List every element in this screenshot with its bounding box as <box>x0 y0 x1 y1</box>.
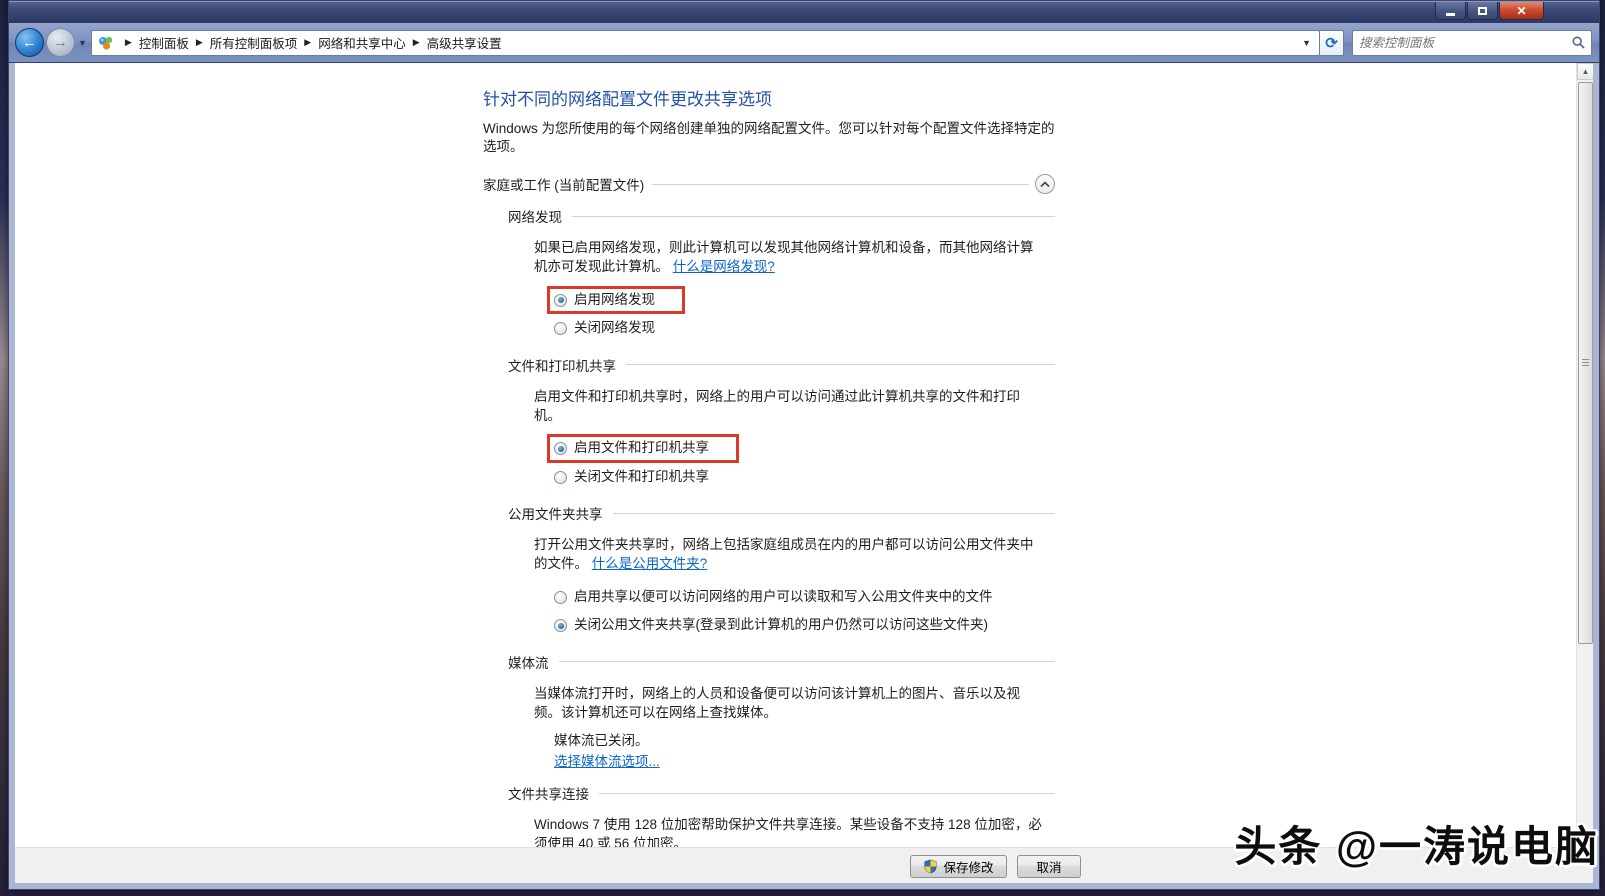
section-description: 如果已启用网络发现，则此计算机可以发现其他网络计算机和设备，而其他网络计算机亦可… <box>534 240 1034 274</box>
radio-button-icon <box>554 591 567 604</box>
divider <box>599 793 1055 794</box>
forward-button[interactable]: → <box>46 28 75 57</box>
section-file-printer-sharing: 文件和打印机共享 启用文件和打印机共享时，网络上的用户可以访问通过此计算机共享的… <box>483 355 1055 492</box>
option-wrap: 关闭网络发现 <box>547 314 685 343</box>
section-description: Windows 7 使用 128 位加密帮助保护文件共享连接。某些设备不支持 1… <box>534 816 1042 847</box>
divider <box>613 513 1056 514</box>
forward-icon: → <box>53 34 68 51</box>
radio-disable-file-printer-sharing[interactable]: 关闭文件和打印机共享 <box>554 467 709 488</box>
search-input[interactable] <box>1353 36 1572 50</box>
media-streaming-options-link[interactable]: 选择媒体流选项... <box>554 754 660 769</box>
divider <box>652 184 1029 185</box>
client-area: 针对不同的网络配置文件更改共享选项 Windows 为您所使用的每个网络创建单独… <box>15 63 1593 883</box>
watermark: 头条 @一涛说电脑 <box>1234 813 1599 874</box>
media-streaming-status: 媒体流已关闭。 <box>554 732 1042 751</box>
profile-label: 家庭或工作 (当前配置文件) <box>483 174 644 194</box>
minimize-button[interactable] <box>1435 2 1466 20</box>
page-content: 针对不同的网络配置文件更改共享选项 Windows 为您所使用的每个网络创建单独… <box>15 63 1576 847</box>
radio-button-icon <box>554 322 567 335</box>
option-wrap: 启用共享以便可以访问网络的用户可以读取和写入公用文件夹中的文件 <box>547 583 1023 612</box>
section-description: 启用文件和打印机共享时，网络上的用户可以访问通过此计算机共享的文件和打印机。 <box>534 388 1042 425</box>
scrollbar-thumb[interactable] <box>1578 82 1593 644</box>
close-icon: ✕ <box>1516 5 1526 17</box>
vertical-scrollbar[interactable]: ▲ ▼ <box>1576 63 1593 847</box>
radio-label: 关闭网络发现 <box>574 319 655 338</box>
scrollbar-grip-icon <box>1582 359 1589 368</box>
recent-pages-dropdown-icon[interactable]: ▼ <box>78 38 87 48</box>
radio-enable-public-folder-sharing[interactable]: 启用共享以便可以访问网络的用户可以读取和写入公用文件夹中的文件 <box>554 587 993 608</box>
control-panel-window: ✕ ← → ▼ ▶ 控制面板 ▶ 所有控制面板项 ▶ 网络和共享中心 <box>8 0 1600 890</box>
option-wrap: 关闭公用文件夹共享(登录到此计算机的用户仍然可以访问这些文件夹) <box>547 611 1018 640</box>
section-title: 文件和打印机共享 <box>508 355 616 375</box>
radio-label: 关闭公用文件夹共享(登录到此计算机的用户仍然可以访问这些文件夹) <box>574 616 988 635</box>
refresh-button[interactable]: ⟳ <box>1320 30 1344 56</box>
maximize-button[interactable] <box>1467 2 1498 20</box>
radio-label: 启用共享以便可以访问网络的用户可以读取和写入公用文件夹中的文件 <box>574 588 993 607</box>
section-file-sharing-connections: 文件共享连接 Windows 7 使用 128 位加密帮助保护文件共享连接。某些… <box>483 783 1055 847</box>
divider <box>626 364 1055 365</box>
collapse-section-button[interactable] <box>1035 174 1055 194</box>
cancel-button[interactable]: 取消 <box>1017 855 1081 878</box>
search-box <box>1352 30 1592 56</box>
radio-label: 启用文件和打印机共享 <box>574 439 709 458</box>
highlight-box: 启用文件和打印机共享 <box>547 434 739 463</box>
breadcrumb-advanced-sharing[interactable]: 高级共享设置 <box>427 33 502 52</box>
search-icon <box>1572 36 1585 49</box>
window-controls: ✕ <box>1435 2 1544 20</box>
breadcrumb-all-items[interactable]: 所有控制面板项 <box>210 33 298 52</box>
refresh-icon: ⟳ <box>1325 34 1338 52</box>
radio-enable-network-discovery[interactable]: 启用网络发现 <box>554 290 655 311</box>
close-button[interactable]: ✕ <box>1499 2 1544 20</box>
radio-button-icon <box>554 471 567 484</box>
radio-label: 启用网络发现 <box>574 291 655 310</box>
cancel-button-label: 取消 <box>1036 857 1061 876</box>
breadcrumb-control-panel[interactable]: 控制面板 <box>139 33 189 52</box>
network-discovery-help-link[interactable]: 什么是网络发现? <box>673 259 775 274</box>
section-media-streaming: 媒体流 当媒体流打开时，网络上的人员和设备便可以访问该计算机上的图片、音乐以及视… <box>483 652 1055 772</box>
minimize-icon <box>1446 13 1455 16</box>
radio-button-icon <box>554 294 567 307</box>
scrollbar-up-icon: ▲ <box>1582 67 1590 76</box>
page-title: 针对不同的网络配置文件更改共享选项 <box>483 85 1055 110</box>
scrollbar-up-button[interactable]: ▲ <box>1577 63 1593 80</box>
radio-button-icon <box>554 619 567 632</box>
section-title: 网络发现 <box>508 206 562 226</box>
section-description: 当媒体流打开时，网络上的人员和设备便可以访问该计算机上的图片、音乐以及视频。该计… <box>534 685 1042 722</box>
back-button[interactable]: ← <box>15 28 44 57</box>
radio-button-icon <box>554 442 567 455</box>
uac-shield-icon <box>923 859 938 874</box>
save-changes-button[interactable]: 保存修改 <box>910 855 1007 878</box>
radio-enable-file-printer-sharing[interactable]: 启用文件和打印机共享 <box>554 438 709 459</box>
radio-disable-public-folder-sharing[interactable]: 关闭公用文件夹共享(登录到此计算机的用户仍然可以访问这些文件夹) <box>554 615 988 636</box>
radio-disable-network-discovery[interactable]: 关闭网络发现 <box>554 318 655 339</box>
desktop-background: ✕ ← → ▼ ▶ 控制面板 ▶ 所有控制面板项 ▶ 网络和共享中心 <box>0 0 1605 896</box>
breadcrumb-arrow-icon: ▶ <box>413 37 420 48</box>
section-title: 公用文件夹共享 <box>508 503 603 523</box>
section-title: 媒体流 <box>508 652 549 672</box>
address-bar[interactable]: ▶ 控制面板 ▶ 所有控制面板项 ▶ 网络和共享中心 ▶ 高级共享设置 ▼ <box>91 30 1320 56</box>
option-wrap: 关闭文件和打印机共享 <box>547 463 739 492</box>
divider <box>559 661 1056 662</box>
radio-label: 关闭文件和打印机共享 <box>574 468 709 487</box>
section-title: 文件共享连接 <box>508 783 589 803</box>
breadcrumb-arrow-icon: ▶ <box>196 37 203 48</box>
back-icon: ← <box>22 34 37 51</box>
address-dropdown-icon[interactable]: ▼ <box>1298 38 1315 48</box>
breadcrumb-arrow-icon: ▶ <box>304 37 311 48</box>
divider <box>572 216 1055 217</box>
section-public-folder-sharing: 公用文件夹共享 打开公用文件夹共享时，网络上包括家庭组成员在内的用户都可以访问公… <box>483 503 1055 640</box>
public-folder-help-link[interactable]: 什么是公用文件夹? <box>592 556 708 571</box>
profile-header: 家庭或工作 (当前配置文件) <box>483 174 1055 194</box>
chevron-up-icon <box>1040 181 1050 188</box>
title-bar: ✕ <box>9 1 1599 23</box>
save-button-label: 保存修改 <box>943 857 993 876</box>
breadcrumb-arrow-icon: ▶ <box>125 37 132 48</box>
network-icon <box>98 35 114 51</box>
highlight-box: 启用网络发现 <box>547 286 685 315</box>
section-network-discovery: 网络发现 如果已启用网络发现，则此计算机可以发现其他网络计算机和设备，而其他网络… <box>483 206 1055 343</box>
maximize-icon <box>1478 7 1487 15</box>
page-subtitle: Windows 为您所使用的每个网络创建单独的网络配置文件。您可以针对每个配置文… <box>483 120 1055 156</box>
navigation-toolbar: ← → ▼ ▶ 控制面板 ▶ 所有控制面板项 ▶ 网络和共享中心 ▶ 高级共享设… <box>9 23 1599 63</box>
breadcrumb-network-sharing-center[interactable]: 网络和共享中心 <box>318 33 406 52</box>
